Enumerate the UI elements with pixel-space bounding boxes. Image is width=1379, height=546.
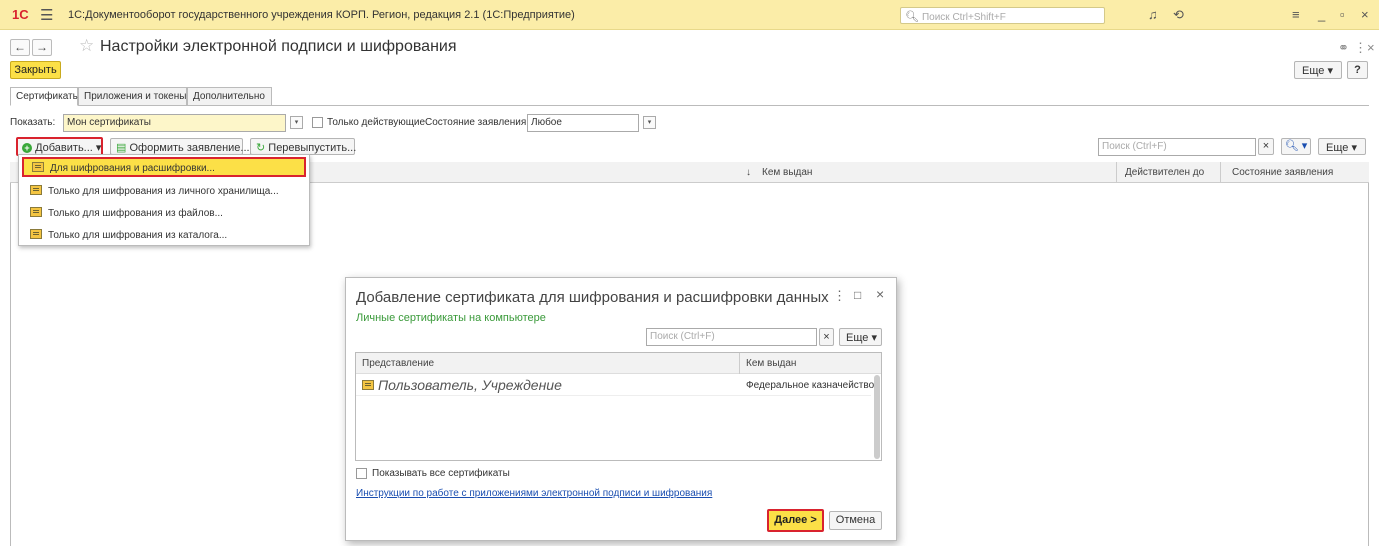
app-logo: 1С [12, 7, 29, 22]
notifications-icon[interactable]: ♫ [1148, 7, 1158, 22]
close-page-icon[interactable]: × [1367, 40, 1375, 55]
menu-item-from-catalog[interactable]: Только для шифрования из каталога... [22, 226, 306, 246]
history-icon[interactable]: ⟲ [1173, 7, 1184, 23]
grid-search-clear-button[interactable]: × [1258, 138, 1274, 155]
column-separator [1220, 162, 1221, 183]
column-presentation[interactable]: Представление [362, 358, 434, 369]
restore-icon[interactable]: ▫ [1340, 7, 1345, 22]
main-menu-icon[interactable]: ☰ [40, 6, 53, 24]
column-issuer[interactable]: Кем выдан [762, 167, 812, 178]
only-active-label: Только действующие [327, 117, 426, 128]
request-icon: ▤ [116, 142, 127, 154]
apply-request-label: Оформить заявление... [129, 142, 250, 154]
only-active-checkbox[interactable] [312, 117, 323, 128]
help-button[interactable]: ? [1347, 61, 1368, 79]
tab-apps-tokens[interactable]: Приложения и токены [78, 87, 187, 106]
dialog-more-button[interactable]: Еще ▾ [839, 328, 882, 346]
reissue-button[interactable]: ↻ Перевыпустить... [250, 138, 357, 155]
reissue-label: Перевыпустить... [268, 142, 357, 154]
grid-more-label: Еще [1326, 142, 1349, 154]
sort-indicator-icon: ↓ [746, 167, 751, 178]
menu-item-label: Только для шифрования из личного хранили… [48, 186, 279, 197]
show-all-label: Показывать все сертификаты [372, 468, 510, 479]
table-row[interactable]: Пользователь, Учреждение Федеральное каз… [356, 375, 875, 396]
add-label: Добавить... [35, 142, 93, 154]
dialog-more-label: Еще [846, 332, 869, 344]
page-more-label: Еще [1302, 65, 1325, 77]
certificate-icon [32, 162, 44, 172]
dialog-title: Добавление сертификата для шифрования и … [356, 289, 829, 306]
column-request-state[interactable]: Состояние заявления [1232, 167, 1333, 178]
favorite-star-icon[interactable]: ☆ [79, 36, 94, 56]
column-dialog-issuer[interactable]: Кем выдан [746, 358, 796, 369]
next-button[interactable]: Далее > [767, 509, 824, 532]
forward-button[interactable]: → [32, 39, 52, 56]
reissue-icon: ↻ [256, 142, 266, 154]
dialog-maximize-icon[interactable]: □ [854, 288, 861, 302]
dialog-search-input[interactable]: Поиск (Ctrl+F) [646, 328, 817, 346]
apply-request-button[interactable]: ▤ Оформить заявление... [110, 138, 250, 155]
menu-item-label: Для шифрования и расшифровки... [50, 163, 215, 174]
dialog-subtitle: Личные сертификаты на компьютере [356, 312, 546, 324]
search-icon: 🔍︎ [905, 11, 919, 23]
global-search-input[interactable]: 🔍︎ Поиск Ctrl+Shift+F [900, 7, 1105, 24]
grid-search-input[interactable]: Поиск (Ctrl+F) [1098, 138, 1256, 156]
global-search-placeholder: Поиск Ctrl+Shift+F [921, 12, 1006, 23]
minimize-icon[interactable]: _ [1318, 7, 1325, 22]
add-dropdown-menu: Для шифрования и расшифровки... Только д… [18, 154, 310, 246]
menu-item-personal-store[interactable]: Только для шифрования из личного хранили… [22, 182, 306, 202]
menu-item-encrypt-decrypt[interactable]: Для шифрования и расшифровки... [22, 157, 306, 177]
window-title: 1С:Документооборот государственного учре… [68, 9, 575, 21]
page-more-button[interactable]: Еще ▾ [1294, 61, 1342, 79]
grid-search-button[interactable]: 🔍︎ ▾ [1281, 138, 1311, 155]
cancel-button[interactable]: Отмена [829, 511, 882, 530]
dialog-close-icon[interactable]: × [876, 286, 884, 302]
dialog-table-scrollbar[interactable] [874, 375, 880, 459]
dialog-table-header: Представление Кем выдан [356, 353, 881, 374]
page-title: Настройки электронной подписи и шифрован… [100, 38, 457, 55]
column-separator [1116, 162, 1117, 183]
show-dropdown-icon[interactable]: ▾ [290, 116, 303, 129]
settings-menu-icon[interactable]: ≡ [1292, 7, 1300, 22]
dialog-certificates-table: Представление Кем выдан Пользователь, Уч… [355, 352, 882, 461]
state-label: Состояние заявления: [425, 117, 530, 128]
link-icon[interactable]: ⚭ [1338, 40, 1349, 56]
search-icon: 🔍︎ [1284, 140, 1299, 152]
dialog-more-icon[interactable]: ⋮ [833, 288, 846, 304]
add-certificate-dialog: Добавление сертификата для шифрования и … [345, 277, 897, 541]
column-valid-until[interactable]: Действителен до [1125, 167, 1204, 178]
close-window-icon[interactable]: × [1361, 7, 1369, 22]
menu-item-label: Только для шифрования из каталога... [48, 230, 228, 241]
certificate-icon [30, 207, 42, 217]
certificate-icon [362, 380, 374, 390]
dialog-search-clear-button[interactable]: × [819, 328, 834, 346]
add-icon: + [22, 143, 32, 153]
tab-additional[interactable]: Дополнительно [187, 87, 272, 106]
back-button[interactable]: ← [10, 39, 30, 56]
certificate-icon [30, 229, 42, 239]
instructions-link[interactable]: Инструкции по работе с приложениями элек… [356, 488, 712, 499]
grid-more-button[interactable]: Еще ▾ [1318, 138, 1366, 155]
state-dropdown-icon[interactable]: ▾ [643, 116, 656, 129]
menu-item-label: Только для шифрования из файлов... [48, 208, 223, 219]
show-select[interactable]: Мон сертификаты [63, 114, 286, 132]
more-actions-icon[interactable]: ⋮ [1354, 40, 1367, 56]
state-select[interactable]: Любое [527, 114, 639, 132]
row-certificate-issuer: Федеральное казначейство [746, 380, 875, 391]
column-separator [739, 353, 740, 374]
certificate-icon [30, 185, 42, 195]
tab-certificates[interactable]: Сертификаты [10, 87, 80, 106]
show-all-checkbox[interactable] [356, 468, 367, 479]
close-button[interactable]: Закрыть [10, 61, 61, 79]
menu-item-from-files[interactable]: Только для шифрования из файлов... [22, 204, 306, 224]
row-certificate-name: Пользователь, Учреждение [378, 377, 562, 393]
show-label: Показать: [10, 117, 56, 128]
